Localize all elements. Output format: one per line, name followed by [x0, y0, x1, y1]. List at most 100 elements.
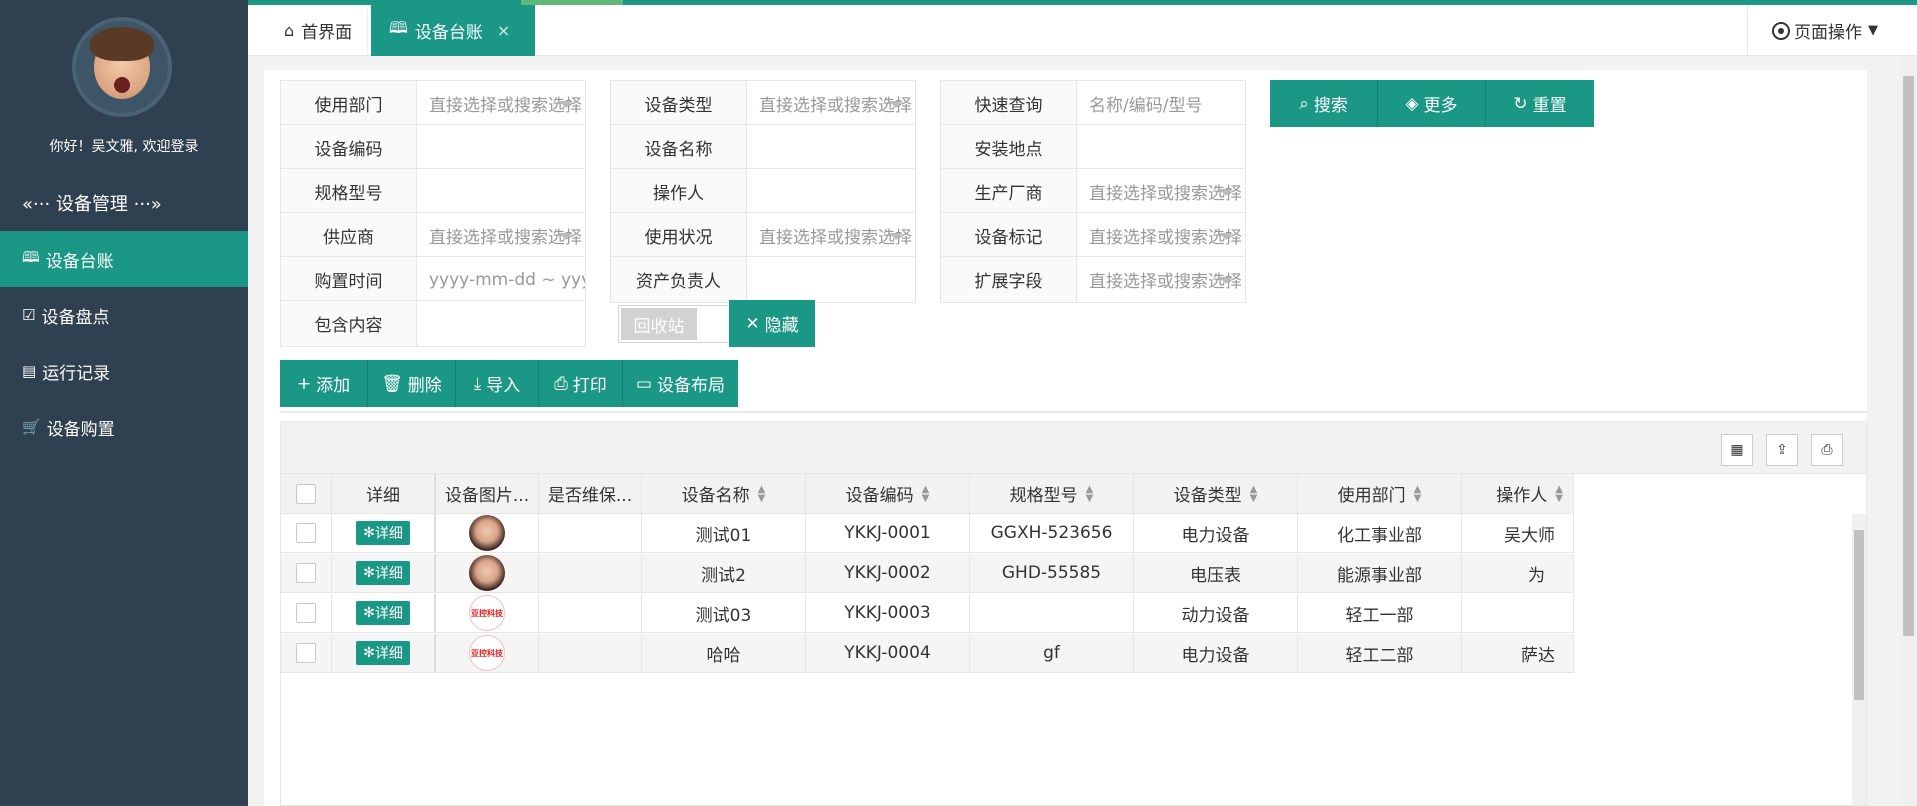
- detail-button[interactable]: ✻ 详细: [356, 561, 410, 585]
- supplier-select[interactable]: 直接选择或搜索选择: [417, 213, 585, 258]
- device-image[interactable]: 亚控科技: [469, 635, 505, 671]
- location-input[interactable]: [1077, 125, 1245, 170]
- device-image[interactable]: [469, 515, 505, 551]
- th-label: 设备类型: [1173, 486, 1242, 506]
- code-cell: YKKJ-0003: [806, 594, 970, 632]
- close-icon[interactable]: ×: [497, 21, 510, 40]
- filter-label: 操作人: [611, 169, 747, 214]
- download-icon: ⤓: [473, 373, 482, 394]
- status-select[interactable]: 直接选择或搜索选择: [747, 213, 915, 258]
- detail-button[interactable]: ✻ 详细: [356, 641, 410, 665]
- table-scrollbar[interactable]: [1852, 514, 1866, 805]
- row-select-cell: [281, 514, 332, 552]
- device-image[interactable]: [469, 555, 505, 591]
- filter-operator: 操作人: [610, 168, 916, 215]
- sidebar-item-purchase[interactable]: 🛒 设备购置: [0, 399, 248, 455]
- search-button[interactable]: ⌕ 搜索: [1270, 80, 1378, 127]
- detail-button[interactable]: ✻ 详细: [356, 521, 410, 545]
- book-icon: 🕮: [389, 18, 408, 37]
- ext-select[interactable]: 直接选择或搜索选择: [1077, 257, 1245, 302]
- sort-icon[interactable]: ▲ ▼: [1555, 484, 1563, 503]
- table-row[interactable]: ✻ 详细 亚控科技 哈哈 YKKJ-0004 gf 电力设备 轻工二部 萨达: [281, 634, 1574, 673]
- type-select[interactable]: 直接选择或搜索选择: [747, 81, 915, 126]
- row-select-cell: [281, 634, 332, 672]
- sidebar-item-inventory[interactable]: ☑ 设备盘点: [0, 287, 248, 343]
- purchase-time-input[interactable]: yyyy-mm-dd ~ yyyy-mm-dd: [417, 257, 585, 302]
- page-scrollbar[interactable]: [1900, 56, 1917, 806]
- divider: [280, 411, 1867, 413]
- print-icon[interactable]: ⎙: [1811, 434, 1843, 466]
- use-dept-select[interactable]: 直接选择或搜索选择: [417, 81, 585, 126]
- owner-input[interactable]: [747, 257, 915, 302]
- sort-icon[interactable]: ▲ ▼: [1414, 484, 1422, 503]
- filter-mark: 设备标记 直接选择或搜索选择: [940, 212, 1246, 259]
- sidebar-item-ledger[interactable]: 🕮 设备台账: [0, 231, 248, 287]
- import-button-label: 导入: [486, 376, 521, 396]
- page-operations-menu[interactable]: 页面操作 ▼: [1747, 5, 1917, 56]
- mark-select[interactable]: 直接选择或搜索选择: [1077, 213, 1245, 258]
- home-icon: ⌂: [284, 21, 295, 40]
- th-label: 规格型号: [1009, 486, 1078, 506]
- export-icon[interactable]: ⇪: [1766, 434, 1798, 466]
- avatar[interactable]: [72, 17, 172, 117]
- model-input[interactable]: [417, 169, 585, 214]
- sort-icon[interactable]: ▲ ▼: [1086, 484, 1094, 503]
- filter-label: 快速查询: [941, 81, 1077, 126]
- tab-ledger[interactable]: 🕮 设备台账 ×: [371, 5, 535, 56]
- filter-type: 设备类型 直接选择或搜索选择: [610, 80, 916, 127]
- delete-button[interactable]: 🗑 删除: [368, 360, 456, 407]
- import-button[interactable]: ⤓ 导入: [456, 360, 539, 407]
- code-input[interactable]: [417, 125, 585, 170]
- detail-button[interactable]: ✻ 详细: [356, 601, 410, 625]
- table-row[interactable]: ✻ 详细 测试2 YKKJ-0002 GHD-55585 电压表 能源事业部 为: [281, 554, 1574, 593]
- refresh-icon: ↻: [1513, 93, 1528, 114]
- filter-label: 供应商: [281, 213, 417, 258]
- th-maint[interactable]: 是否维保...: [539, 474, 642, 513]
- table-row[interactable]: ✻ 详细 测试01 YKKJ-0001 GGXH-523656 电力设备 化工事…: [281, 514, 1574, 553]
- th-dept[interactable]: 使用部门 ▲ ▼: [1298, 474, 1462, 513]
- tab-home[interactable]: ⌂ 首界面: [268, 5, 368, 56]
- filter-label: 使用部门: [281, 81, 417, 126]
- th-model[interactable]: 规格型号 ▲ ▼: [970, 474, 1134, 513]
- name-cell: 哈哈: [642, 634, 806, 672]
- clipboard-icon: ▤: [22, 362, 37, 380]
- print-button[interactable]: ⎙ 打印: [539, 360, 623, 407]
- sidebar-item-records[interactable]: ▤ 运行记录: [0, 343, 248, 399]
- add-button[interactable]: + 添加: [280, 360, 368, 407]
- device-image[interactable]: 亚控科技: [469, 595, 505, 631]
- row-checkbox[interactable]: [296, 603, 316, 623]
- recycle-bin-toggle[interactable]: 回收站: [618, 305, 732, 343]
- manufacturer-select[interactable]: 直接选择或搜索选择: [1077, 169, 1245, 214]
- tree-icon: ✻: [363, 605, 375, 621]
- th-operator[interactable]: 操作人 ▲ ▼: [1462, 474, 1574, 513]
- table-row[interactable]: ✻ 详细 亚控科技 测试03 YKKJ-0003 动力设备 轻工一部: [281, 594, 1574, 633]
- menu-group-equipment[interactable]: «··· 设备管理 ···»: [0, 182, 248, 224]
- filter-label: 设备编码: [281, 125, 417, 170]
- row-checkbox[interactable]: [296, 563, 316, 583]
- name-input[interactable]: [747, 125, 915, 170]
- detail-button-label: 详细: [374, 606, 403, 622]
- sort-icon[interactable]: ▲ ▼: [1250, 484, 1258, 503]
- layout-button[interactable]: ▭ 设备布局: [623, 360, 738, 407]
- th-name[interactable]: 设备名称 ▲ ▼: [642, 474, 806, 513]
- operator-cell: 萨达: [1462, 634, 1574, 672]
- columns-icon[interactable]: ▦: [1721, 434, 1753, 466]
- operator-input[interactable]: [747, 169, 915, 214]
- sort-icon[interactable]: ▲ ▼: [922, 484, 930, 503]
- scrollbar-thumb[interactable]: [1854, 530, 1864, 700]
- row-checkbox[interactable]: [296, 523, 316, 543]
- th-image[interactable]: 设备图片...: [436, 474, 539, 513]
- filter-status: 使用状况 直接选择或搜索选择: [610, 212, 916, 259]
- select-all-checkbox[interactable]: [296, 483, 316, 504]
- quick-search-input[interactable]: 名称/编码/型号: [1077, 81, 1245, 126]
- th-code[interactable]: 设备编码 ▲ ▼: [806, 474, 970, 513]
- more-button[interactable]: ◈ 更多: [1378, 80, 1486, 127]
- contains-input[interactable]: [417, 301, 585, 346]
- row-checkbox[interactable]: [296, 643, 316, 663]
- sidebar-item-label: 设备购置: [46, 419, 115, 440]
- sort-icon[interactable]: ▲ ▼: [758, 484, 766, 503]
- th-type[interactable]: 设备类型 ▲ ▼: [1134, 474, 1298, 513]
- page-scrollbar-thumb[interactable]: [1903, 76, 1914, 636]
- hide-button[interactable]: ✕ 隐藏: [729, 300, 815, 347]
- reset-button[interactable]: ↻ 重置: [1486, 80, 1594, 127]
